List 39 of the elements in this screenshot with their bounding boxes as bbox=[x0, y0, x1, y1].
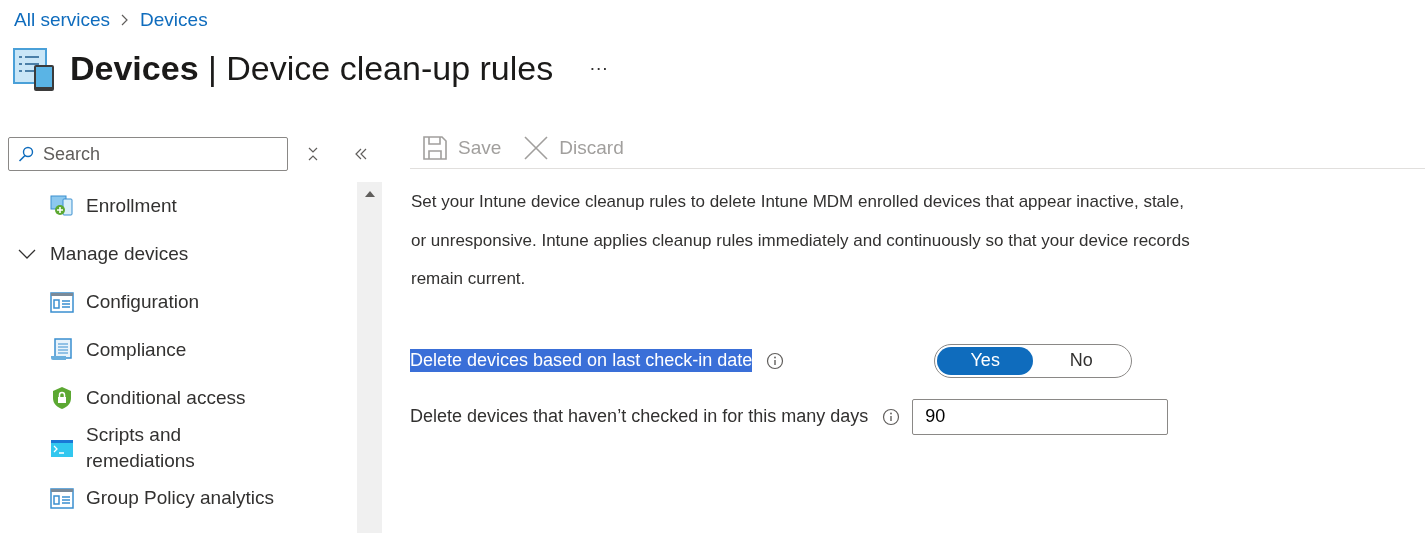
more-button[interactable]: ··· bbox=[589, 57, 609, 79]
nav-group-label: Manage devices bbox=[50, 242, 189, 266]
nav-item-label: Scripts and remediations bbox=[86, 423, 196, 473]
info-icon[interactable] bbox=[882, 407, 901, 426]
shield-lock-icon bbox=[50, 386, 74, 410]
scroll-icon bbox=[50, 338, 74, 362]
double-chevron-left-icon[interactable] bbox=[354, 147, 368, 161]
nav-item[interactable]: Compliance bbox=[0, 326, 357, 374]
days-input[interactable]: 90 bbox=[912, 398, 1169, 435]
toggle-option[interactable]: Yes bbox=[937, 346, 1034, 375]
search-field[interactable]: Search bbox=[8, 137, 288, 171]
nav-item-label: Conditional access bbox=[86, 386, 246, 410]
collapse-all-icon[interactable] bbox=[306, 147, 320, 161]
nav-item-label: Configuration bbox=[86, 290, 200, 314]
nav-item[interactable]: Group Policy analytics bbox=[0, 474, 357, 522]
nav-item[interactable]: Conditional access bbox=[0, 374, 357, 422]
nav-item[interactable]: Configuration bbox=[0, 278, 357, 326]
nav-item-label: Group Policy analytics bbox=[86, 486, 274, 510]
window-list-icon bbox=[50, 290, 74, 314]
window-list-icon bbox=[50, 486, 74, 510]
search-icon bbox=[18, 146, 34, 162]
close-icon bbox=[523, 135, 550, 161]
nav-item[interactable]: Scripts and remediations bbox=[0, 422, 357, 474]
setting-label: Delete devices based on last check-in date bbox=[410, 349, 753, 372]
toggle-option[interactable]: No bbox=[1033, 346, 1130, 375]
breadcrumb-link[interactable]: All services bbox=[14, 9, 111, 31]
scroll-up-icon[interactable] bbox=[364, 190, 375, 197]
nav-item-label: Compliance bbox=[86, 338, 187, 362]
scrollbar[interactable] bbox=[357, 182, 382, 533]
page-title: Devices | Device clean-up rules bbox=[70, 48, 554, 88]
chevron-icon[interactable] bbox=[18, 249, 36, 259]
description: Set your Intune device cleanup rules to delete Intune MDM enrolled devices that appear inactive, stale, or unresponsive. Intune applies cleanup rules immediately and continuously so that your device records remain current. bbox=[411, 191, 1191, 290]
nav-item-label: Enrollment bbox=[86, 194, 177, 218]
nav-group[interactable]: Manage devices bbox=[0, 230, 357, 278]
nav-item[interactable]: Enrollment bbox=[0, 182, 357, 230]
breadcrumb-link[interactable]: Devices bbox=[140, 9, 208, 31]
info-icon[interactable] bbox=[766, 351, 785, 370]
setting-label: Delete devices that haven’t checked in for this many days bbox=[410, 405, 869, 428]
devices-plus-icon bbox=[50, 194, 74, 218]
